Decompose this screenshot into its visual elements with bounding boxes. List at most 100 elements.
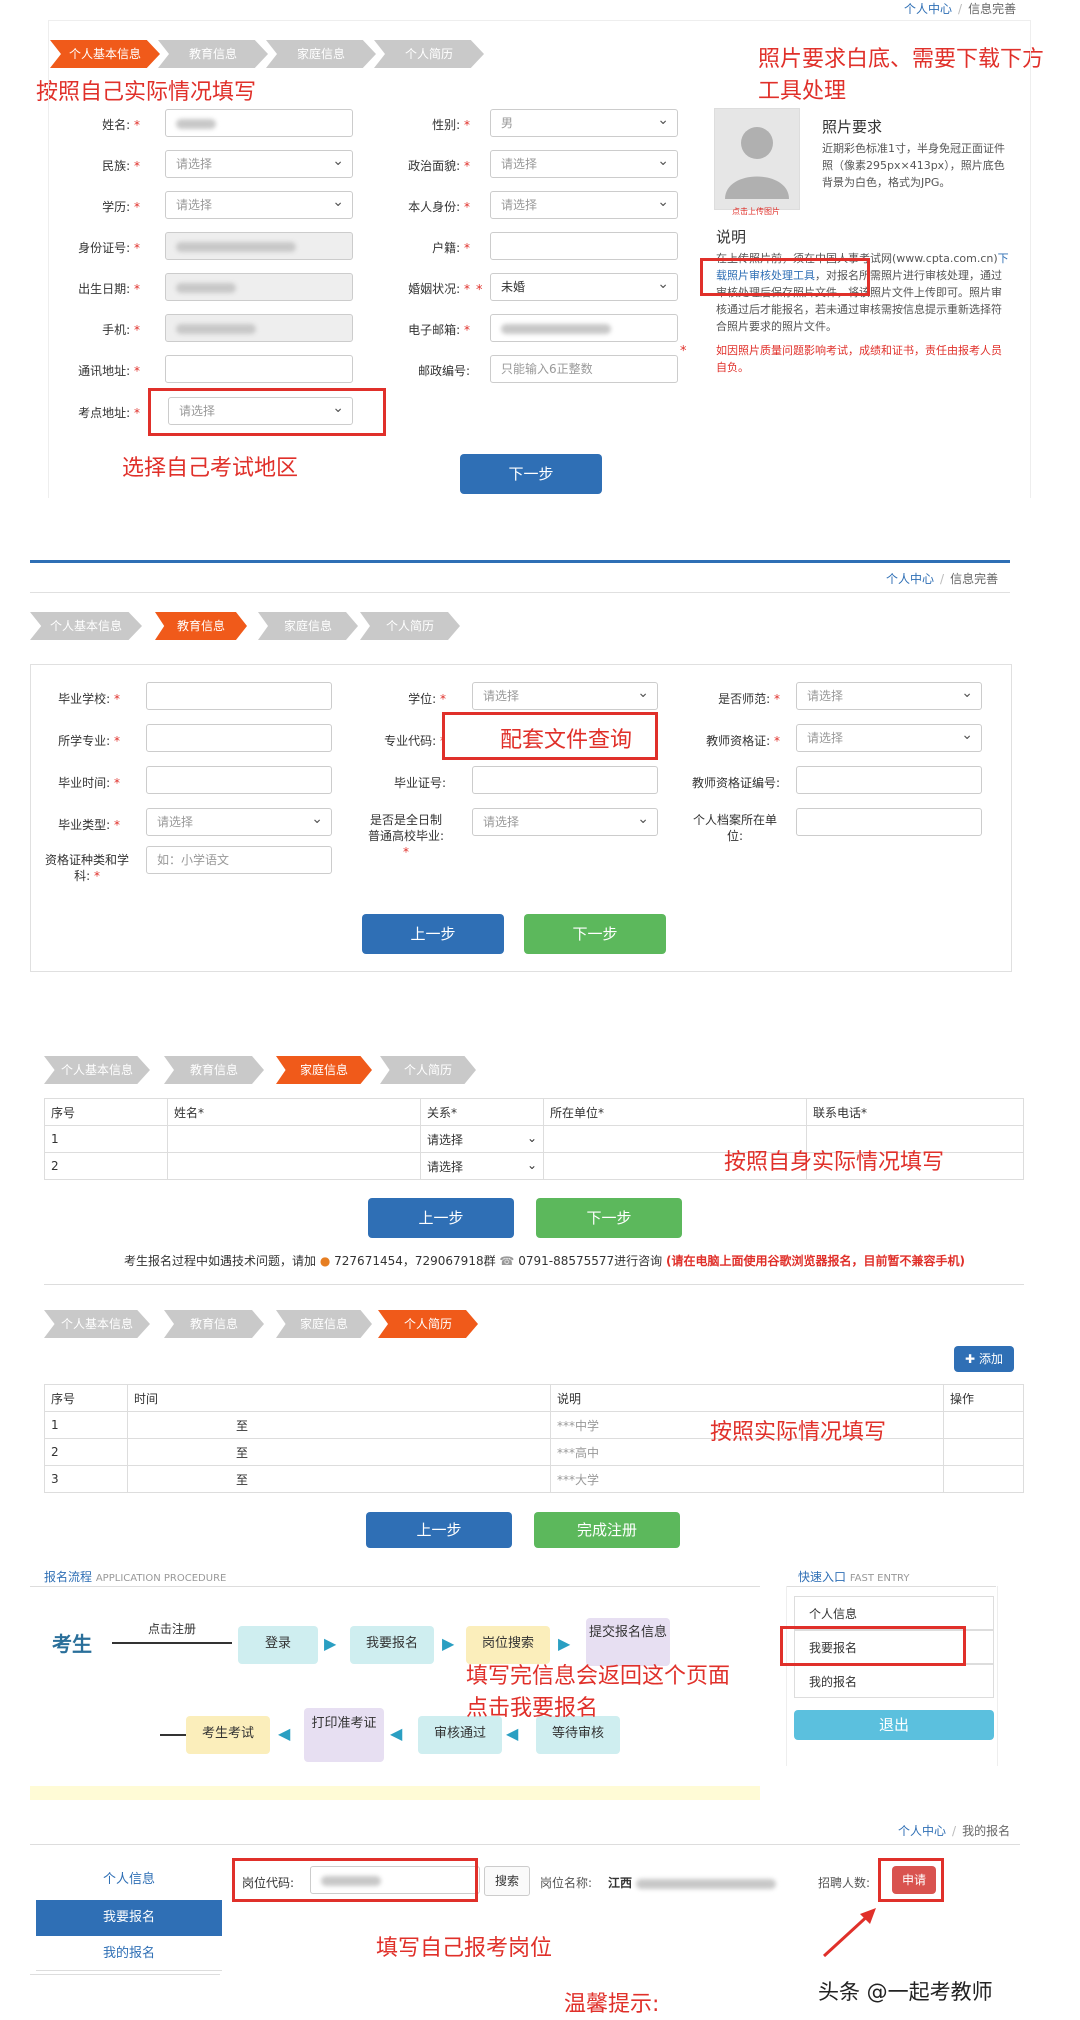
step-education[interactable]: 教育信息 <box>158 40 268 68</box>
logout-button[interactable]: 退出 <box>794 1710 994 1740</box>
cell-relation-select[interactable]: 请选择 ⌄ <box>420 1125 544 1153</box>
cell-name-input[interactable] <box>167 1125 421 1153</box>
step-family[interactable]: 家庭信息 <box>258 612 358 640</box>
gender-select[interactable]: 男 <box>490 109 678 137</box>
cell-action[interactable] <box>943 1411 1024 1439</box>
breadcrumb-home[interactable]: 个人中心 <box>898 1824 946 1838</box>
birth-input[interactable] <box>165 273 353 301</box>
prev-button[interactable]: 上一步 <box>362 914 504 954</box>
prev-button[interactable]: 上一步 <box>366 1512 512 1548</box>
side-personal-info[interactable]: 个人信息 <box>36 1864 222 1896</box>
source-credit: 头条 @一起考教师 <box>818 1980 993 2004</box>
name-input[interactable] <box>165 109 353 137</box>
step-resume[interactable]: 个人简历 <box>360 612 460 640</box>
photo-placeholder[interactable] <box>714 108 800 210</box>
flow-print-ticket[interactable]: 打印准考证 <box>304 1708 384 1762</box>
step-family[interactable]: 家庭信息 <box>266 40 376 68</box>
flow-apply[interactable]: 我要报名 <box>350 1626 434 1664</box>
step-education[interactable]: 教育信息 <box>155 612 247 640</box>
apply-button[interactable]: 申请 <box>892 1866 936 1894</box>
next-button[interactable]: 下一步 <box>524 914 666 954</box>
flow-login[interactable]: 登录 <box>238 1626 318 1664</box>
step-resume[interactable]: 个人简历 <box>380 1056 476 1084</box>
fulltime-select[interactable]: 请选择 <box>472 808 658 836</box>
quick-personal-info[interactable]: 个人信息 <box>794 1596 994 1630</box>
breadcrumb-home[interactable]: 个人中心 <box>904 2 952 16</box>
grad-type-select[interactable]: 请选择 <box>146 808 332 836</box>
penguin-icon: ● <box>319 1254 331 1268</box>
idcard-input[interactable] <box>165 232 353 260</box>
label-grad-no: 毕业证号: <box>393 776 446 790</box>
add-button[interactable]: ✚ 添加 <box>954 1346 1014 1372</box>
label-hukou: 户籍: * <box>432 241 470 255</box>
cert-subject-input[interactable]: 如：小学语文 <box>146 846 332 874</box>
side-my-apply[interactable]: 我的报名 <box>36 1938 222 1971</box>
search-button[interactable]: 搜索 <box>484 1866 530 1896</box>
hukou-input[interactable] <box>490 232 678 260</box>
school-input[interactable] <box>146 682 332 710</box>
prev-button[interactable]: 上一步 <box>368 1198 514 1238</box>
person-icon <box>725 127 789 199</box>
cell-desc[interactable]: ***大学 <box>550 1465 944 1493</box>
education-select[interactable]: 请选择 <box>165 191 353 219</box>
ethnic-select[interactable]: 请选择 <box>165 150 353 178</box>
step-basic-info[interactable]: 个人基本信息 <box>30 612 142 640</box>
phone-input[interactable] <box>165 314 353 342</box>
step-basic-info[interactable]: 个人基本信息 <box>50 40 160 68</box>
cell-action[interactable] <box>943 1465 1024 1493</box>
next-button[interactable]: 下一步 <box>460 454 602 494</box>
col-header: 时间 <box>127 1384 551 1412</box>
panel-border <box>1030 20 1031 498</box>
breadcrumb-home[interactable]: 个人中心 <box>886 572 934 586</box>
step-family[interactable]: 家庭信息 <box>276 1310 372 1338</box>
side-apply[interactable]: 我要报名 <box>36 1900 222 1936</box>
grad-no-input[interactable] <box>472 766 658 794</box>
label-education: 学历: * <box>102 200 140 214</box>
email-input[interactable] <box>490 314 678 342</box>
cell-action[interactable] <box>943 1438 1024 1466</box>
step-basic-info[interactable]: 个人基本信息 <box>44 1056 150 1084</box>
click-register-label[interactable]: 点击注册 <box>148 1620 196 1637</box>
label-address: 通讯地址: * <box>78 364 140 378</box>
step-education[interactable]: 教育信息 <box>164 1310 264 1338</box>
cell-time[interactable]: 至 <box>127 1438 551 1466</box>
step-resume[interactable]: 个人简历 <box>378 1310 478 1338</box>
major-input[interactable] <box>146 724 332 752</box>
cell-relation-select[interactable]: 请选择 ⌄ <box>420 1152 544 1180</box>
col-header: 序号 <box>44 1098 168 1126</box>
divider <box>48 20 1030 21</box>
teacher-cert-select[interactable]: 请选择 <box>796 724 982 752</box>
label-school: 毕业学校: * <box>58 692 120 706</box>
flow-exam[interactable]: 考生考试 <box>186 1716 270 1754</box>
side-nav: 个人信息 我要报名 我的报名 <box>36 1858 222 1974</box>
normal-select[interactable]: 请选择 <box>796 682 982 710</box>
label-gender: 性别: * <box>432 118 470 132</box>
step-resume[interactable]: 个人简历 <box>374 40 484 68</box>
cell-time[interactable]: 至 <box>127 1465 551 1493</box>
postcode-input[interactable]: 只能输入6正整数 <box>490 355 678 383</box>
marital-select[interactable]: 未婚 <box>490 273 678 301</box>
cell-time[interactable]: 至 <box>127 1411 551 1439</box>
archive-input[interactable] <box>796 808 982 836</box>
divider <box>30 592 1010 593</box>
next-button[interactable]: 下一步 <box>536 1198 682 1238</box>
address-input[interactable] <box>165 355 353 383</box>
label-teacher-cert-no: 教师资格证编号: <box>691 776 780 790</box>
table-header: 序号 时间 说明 操作 <box>44 1384 1024 1412</box>
label-grad-time: 毕业时间: * <box>58 776 120 790</box>
flow-arrow-line <box>160 1734 186 1736</box>
degree-select[interactable]: 请选择 <box>472 682 658 710</box>
annotation-family: 按照自身实际情况填写 <box>724 1150 945 1175</box>
teacher-cert-no-input[interactable] <box>796 766 982 794</box>
quick-my-apply[interactable]: 我的报名 <box>794 1664 994 1698</box>
grad-time-input[interactable] <box>146 766 332 794</box>
political-select[interactable]: 请选择 <box>490 150 678 178</box>
step-basic-info[interactable]: 个人基本信息 <box>44 1310 150 1338</box>
step-education[interactable]: 教育信息 <box>164 1056 264 1084</box>
photo-upload-caption[interactable]: 点击上传图片 <box>732 206 780 217</box>
cell-name-input[interactable] <box>167 1152 421 1180</box>
step-family[interactable]: 家庭信息 <box>276 1056 372 1084</box>
identity-select[interactable]: 请选择 <box>490 191 678 219</box>
finish-button[interactable]: 完成注册 <box>534 1512 680 1548</box>
col-header: 关系* <box>420 1098 544 1126</box>
